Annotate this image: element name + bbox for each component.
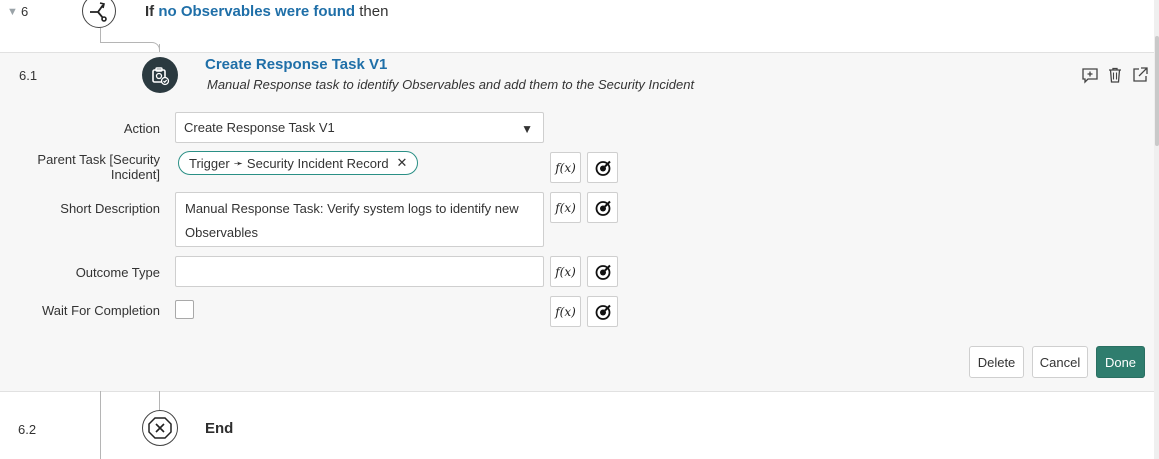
outcome-type-label: Outcome Type: [75, 265, 160, 280]
done-button[interactable]: Done: [1096, 346, 1145, 378]
data-pill-picker-icon: [595, 160, 611, 176]
step-6-row: ▼ 6 If no Observables were found then: [0, 0, 1159, 34]
connector-line: [159, 391, 160, 410]
short-description-label: Short Description: [60, 201, 160, 216]
wait-for-completion-checkbox[interactable]: [175, 300, 194, 319]
response-task-icon: [142, 57, 178, 93]
remove-pill-icon[interactable]: ✕: [397, 155, 408, 171]
condition-text: If no Observables were found then: [145, 3, 388, 20]
data-pill-picker-icon: [595, 200, 611, 216]
step-number: 6.2: [18, 422, 37, 437]
open-external-icon[interactable]: [1131, 66, 1151, 86]
wait-for-completion-label: Wait For Completion: [42, 303, 160, 318]
data-pill-picker-icon: [595, 304, 611, 320]
task-title[interactable]: Create Response Task V1: [205, 56, 387, 73]
fx-button[interactable]: f(x): [550, 192, 581, 223]
data-pill-picker-icon: [595, 264, 611, 280]
connector-line: [100, 42, 152, 43]
fx-button[interactable]: f(x): [550, 152, 581, 183]
if-keyword: If: [145, 3, 155, 20]
pill-segment-record: Security Incident Record: [246, 155, 389, 171]
pill-segment-trigger: Trigger: [189, 155, 230, 171]
end-icon: [142, 410, 178, 446]
scrollbar-thumb[interactable]: [1155, 36, 1159, 146]
caret-down-icon: ▼: [521, 122, 533, 136]
parent-task-label: Parent Task [Security Incident]: [10, 152, 160, 182]
pill-arrow-icon: ➛: [233, 157, 243, 170]
condition-link[interactable]: no Observables were found: [158, 3, 355, 20]
delete-button[interactable]: Delete: [969, 346, 1024, 378]
data-pill-picker-button[interactable]: [587, 152, 618, 183]
data-pill-picker-button[interactable]: [587, 256, 618, 287]
fx-button[interactable]: f(x): [550, 256, 581, 287]
data-pill-picker-button[interactable]: [587, 296, 618, 327]
trash-icon[interactable]: [1106, 66, 1126, 86]
parent-task-label-line1: Parent Task [Security: [37, 152, 160, 167]
function-icon: f(x): [555, 160, 576, 175]
parent-task-pill[interactable]: Trigger ➛ Security Incident Record ✕: [178, 151, 419, 175]
data-pill-picker-button[interactable]: [587, 192, 618, 223]
parent-task-label-line2: Incident]: [110, 167, 160, 182]
function-icon: f(x): [555, 200, 576, 215]
cancel-button[interactable]: Cancel: [1032, 346, 1088, 378]
end-label: End: [205, 420, 234, 437]
short-description-textarea[interactable]: Manual Response Task: Verify system logs…: [175, 192, 544, 247]
action-label: Action: [123, 121, 160, 136]
branch-icon: [82, 0, 116, 28]
action-select-value: Create Response Task V1: [184, 120, 335, 135]
fx-button[interactable]: f(x): [550, 296, 581, 327]
then-keyword: then: [359, 3, 389, 20]
connector-line: [100, 391, 101, 459]
add-comment-icon[interactable]: [1081, 66, 1101, 86]
outcome-type-input[interactable]: [175, 256, 544, 287]
step-number: 6: [21, 4, 29, 19]
task-description: Manual Response task to identify Observa…: [207, 77, 695, 92]
function-icon: f(x): [555, 304, 576, 319]
action-select[interactable]: Create Response Task V1 ▼: [175, 112, 544, 143]
step-number: 6.1: [19, 68, 38, 83]
function-icon: f(x): [555, 264, 576, 279]
collapse-triangle-icon[interactable]: ▼: [7, 6, 18, 18]
